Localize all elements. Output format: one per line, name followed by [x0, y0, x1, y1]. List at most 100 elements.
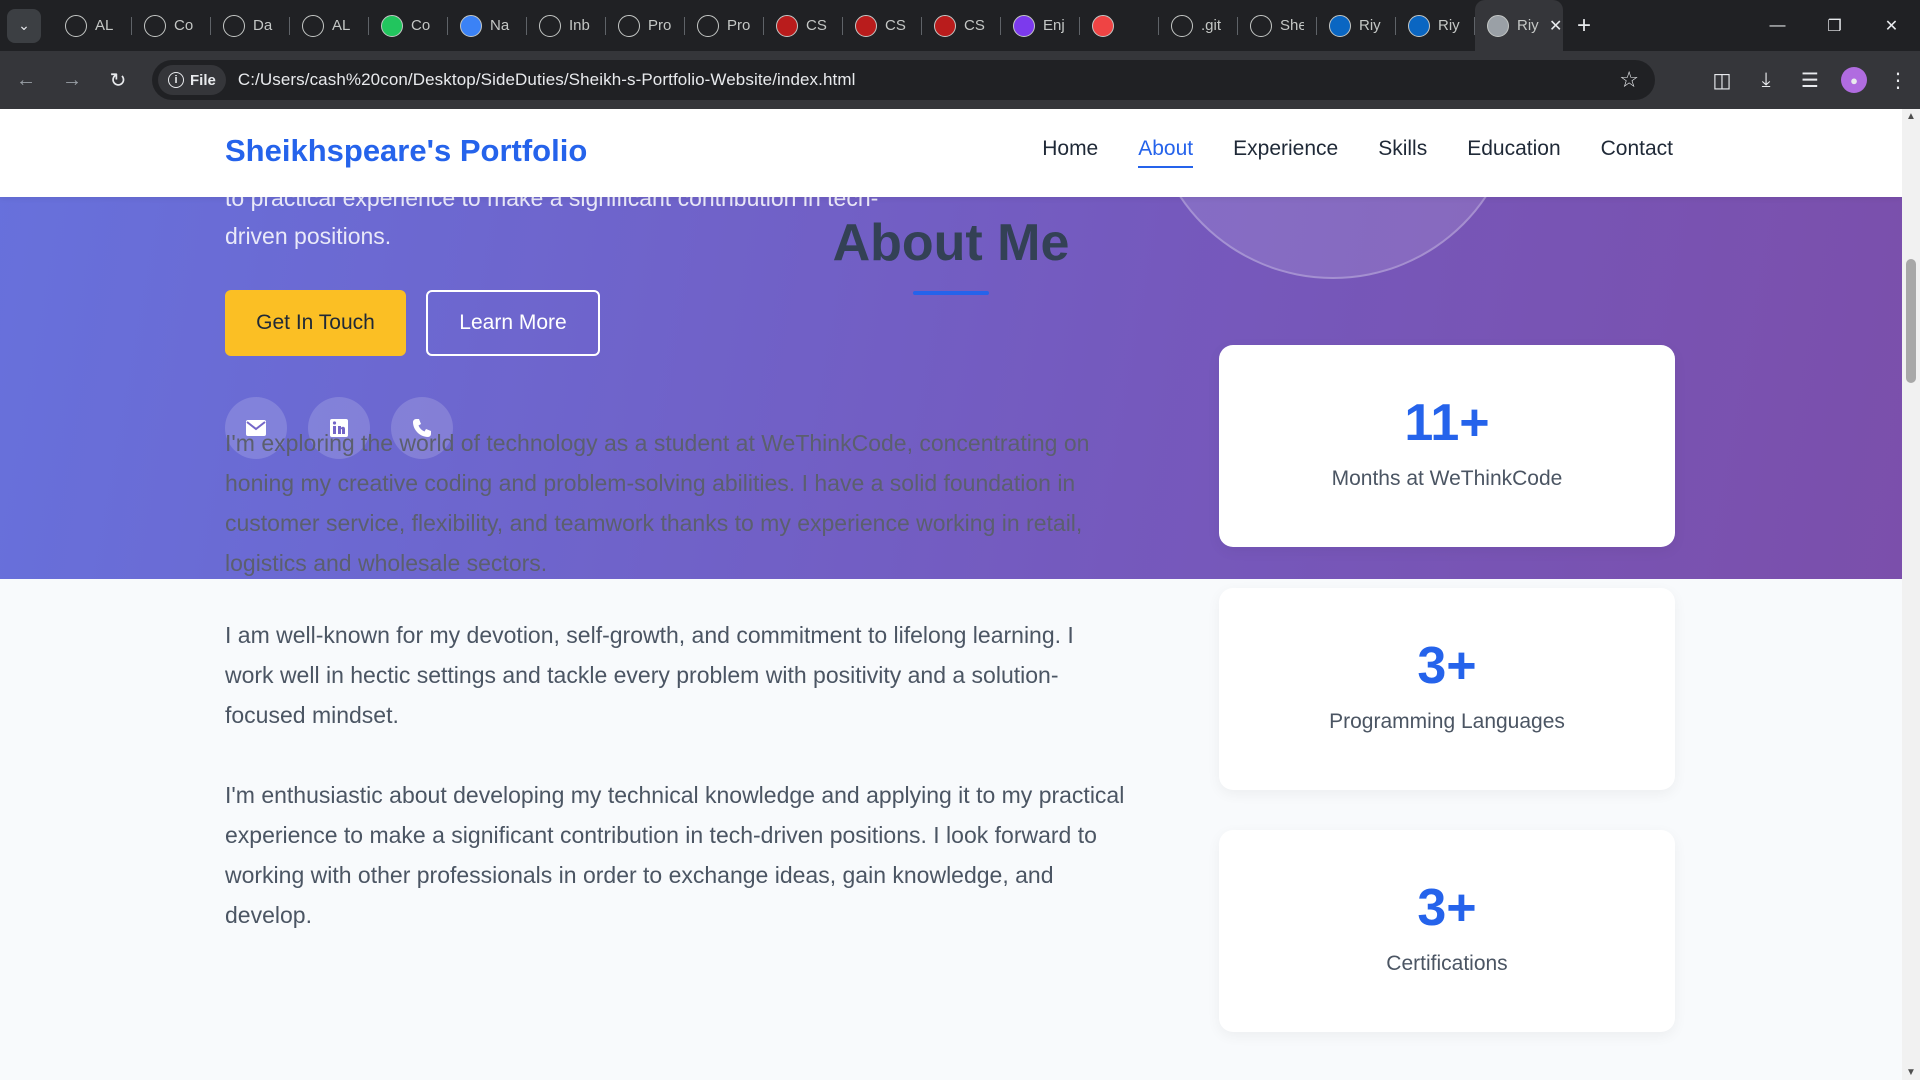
tab-title: Pro [727, 17, 751, 34]
about-heading-underline [913, 291, 989, 295]
scroll-up-arrow-icon[interactable]: ▲ [1906, 111, 1916, 122]
browser-tab[interactable]: Riy [1396, 0, 1475, 51]
media-controls-icon[interactable]: ☰ [1788, 68, 1832, 93]
new-tab-button[interactable]: + [1577, 12, 1591, 40]
google-drive-icon [302, 14, 324, 37]
tab-title: AL [95, 17, 114, 34]
url-text[interactable]: C:/Users/cash%20con/Desktop/SideDuties/S… [238, 70, 856, 90]
loading-icon [697, 14, 719, 37]
nav-link-skills[interactable]: Skills [1378, 137, 1427, 165]
tab-title: Riy [1438, 17, 1460, 34]
browser-tab[interactable]: CS [922, 0, 1001, 51]
tab-title: Riy [1517, 17, 1539, 34]
browser-toolbar: ← → ↻ i File C:/Users/cash%20con/Desktop… [0, 51, 1920, 109]
back-icon[interactable]: ← [6, 60, 46, 100]
menu-kebab-icon[interactable]: ⋮ [1876, 68, 1920, 93]
tab-strip: AL Co Da AL Co Na Inb Pro Pro CS CS CS Enj .git She Riy… [53, 0, 1563, 51]
tab-title: Enj [1043, 17, 1065, 34]
stat-card-months: 11+ Months at WeThinkCode [1219, 345, 1675, 547]
gmail-icon [539, 14, 561, 37]
tab-search-button[interactable]: ⌄ [7, 8, 41, 43]
restore-icon[interactable]: ❐ [1806, 0, 1863, 51]
browser-tab[interactable]: Pro [606, 0, 685, 51]
browser-tab[interactable]: Da [211, 0, 290, 51]
nav-link-about[interactable]: About [1138, 137, 1193, 168]
shield-icon [934, 14, 956, 37]
loading-icon [144, 14, 166, 37]
browser-tab[interactable]: Co [369, 0, 448, 51]
browser-tab[interactable]: She [1238, 0, 1317, 51]
tab-title: Co [411, 17, 431, 34]
shield-icon [855, 14, 877, 37]
browser-tab[interactable]: Co [132, 0, 211, 51]
scrollbar-thumb[interactable] [1906, 259, 1916, 383]
nav-link-home[interactable]: Home [1042, 137, 1098, 165]
browser-tab[interactable]: Inb [527, 0, 606, 51]
bookmark-star-icon[interactable]: ☆ [1619, 67, 1639, 93]
tab-title: CS [885, 17, 906, 34]
close-window-icon[interactable]: ✕ [1863, 0, 1920, 51]
scroll-down-arrow-icon[interactable]: ▼ [1906, 1067, 1916, 1078]
plus-circle-icon [381, 14, 403, 37]
tab-title: Inb [569, 17, 590, 34]
chevron-down-icon: ⌄ [18, 17, 30, 33]
page-scrollbar[interactable]: ▲ ▼ [1902, 109, 1920, 1080]
loading-icon [618, 14, 640, 37]
globe-icon [460, 14, 482, 37]
site-logo[interactable]: Sheikhspeare's Portfolio [225, 133, 587, 169]
browser-tab[interactable]: Riy [1317, 0, 1396, 51]
about-paragraph-1: I'm exploring the world of technology as… [225, 430, 1090, 576]
tab-title: Co [174, 17, 194, 34]
browser-tab[interactable]: AL [53, 0, 132, 51]
tab-title: CS [806, 17, 827, 34]
globe-icon [1487, 14, 1509, 37]
learn-more-button[interactable]: Learn More [426, 290, 600, 356]
browser-tab[interactable]: Pro [685, 0, 764, 51]
downloads-icon[interactable]: ⤓ [1744, 69, 1788, 92]
close-tab-icon[interactable]: ✕ [1549, 16, 1562, 36]
browser-tab[interactable] [1080, 0, 1159, 51]
address-bar[interactable]: i File C:/Users/cash%20con/Desktop/SideD… [152, 60, 1655, 100]
about-paragraph-3: I'm enthusiastic about developing my tec… [225, 782, 1125, 928]
stat-label: Months at WeThinkCode [1331, 467, 1563, 490]
about-paragraph-2: I am well-known for my devotion, self-gr… [225, 622, 1074, 728]
reload-icon[interactable]: ↻ [98, 60, 138, 100]
browser-tab[interactable]: .git [1159, 0, 1238, 51]
stat-card-certifications: 3+ Certifications [1219, 830, 1675, 1032]
browser-tab[interactable]: AL [290, 0, 369, 51]
browser-tab[interactable]: Riy ✕ [1475, 0, 1563, 51]
window-controls: — ❐ ✕ [1749, 0, 1920, 51]
tab-title: .git [1201, 17, 1222, 34]
forward-icon[interactable]: → [52, 60, 92, 100]
stat-value: 11+ [1404, 394, 1490, 452]
chatgpt-icon [223, 14, 245, 37]
extensions-icon[interactable]: ◫ [1700, 68, 1744, 93]
nav-link-experience[interactable]: Experience [1233, 137, 1338, 165]
browser-tab-bar: ⌄ AL Co Da AL Co Na Inb Pro Pro CS CS CS Enj .git She R… [0, 0, 1920, 51]
info-icon: i [168, 72, 184, 88]
get-in-touch-button[interactable]: Get In Touch [225, 290, 406, 356]
about-heading: About Me [832, 214, 1070, 272]
browser-tab[interactable]: Enj [1001, 0, 1080, 51]
tab-title: CS [964, 17, 985, 34]
ai-icon [65, 14, 87, 37]
browser-tab[interactable]: CS [843, 0, 922, 51]
youtube-icon [1092, 14, 1114, 37]
stat-label: Programming Languages [1329, 710, 1565, 733]
site-info-chip[interactable]: i File [158, 65, 226, 95]
tab-title: Pro [648, 17, 672, 34]
minimize-icon[interactable]: — [1749, 0, 1806, 51]
browser-tab[interactable]: Na [448, 0, 527, 51]
nav-link-contact[interactable]: Contact [1601, 137, 1673, 165]
page-viewport: to practical experience to make a signif… [0, 109, 1902, 1080]
tab-title: Da [253, 17, 273, 34]
browser-tab[interactable]: CS [764, 0, 843, 51]
linkedin-icon [1329, 14, 1351, 37]
profile-avatar[interactable]: ● [1841, 67, 1867, 93]
stat-card-languages: 3+ Programming Languages [1219, 588, 1675, 790]
nav-link-education[interactable]: Education [1467, 137, 1560, 165]
tab-title: She [1280, 17, 1304, 34]
browser-tools: ◫ ⤓ ☰ ● ⋮ [1700, 51, 1920, 109]
gradient-icon [1013, 14, 1035, 37]
github-icon [1250, 14, 1272, 37]
